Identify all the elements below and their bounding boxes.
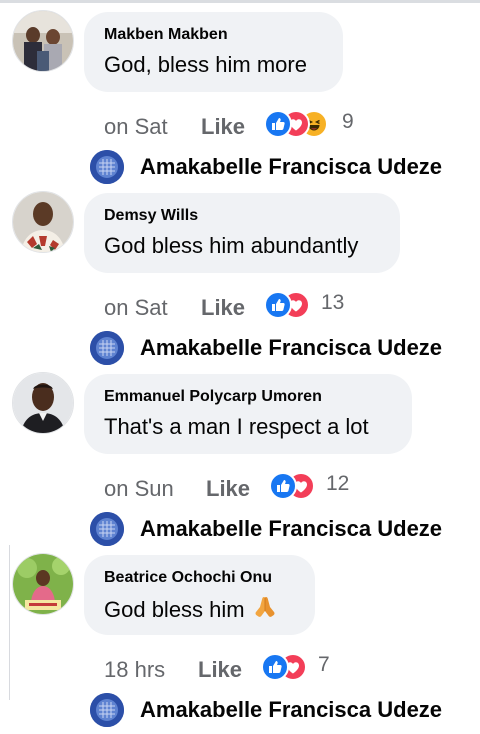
like-button[interactable]: Like [201,114,245,140]
reply-author[interactable]: Amakabelle Francisca Udeze [140,335,442,361]
comment-2: Demsy Wills God bless him abundantly on … [0,191,480,372]
comment-bubble: Demsy Wills God bless him abundantly [84,193,400,273]
reaction-count[interactable]: 7 [318,653,330,677]
like-reaction-icon [261,653,289,681]
comment-time[interactable]: on Sat [104,114,168,140]
comment-text: God bless him [104,595,279,625]
like-reaction-icon [264,110,292,138]
reply-preview[interactable]: Amakabelle Francisca Udeze [0,691,480,731]
avatar[interactable] [12,10,74,72]
reply-author[interactable]: Amakabelle Francisca Udeze [140,697,442,723]
avatar[interactable] [12,553,74,615]
comment-actions: on Sat Like 13 [0,291,480,331]
comment-bubble: Makben Makben God, bless him more [84,12,343,92]
like-button[interactable]: Like [206,476,250,502]
reply-avatar[interactable] [90,693,124,727]
reaction-count[interactable]: 12 [326,472,349,496]
comment-bubble: Emmanuel Polycarp Umoren That's a man I … [84,374,412,454]
comment-text-content: God bless him [104,597,245,622]
comment-bubble: Beatrice Ochochi Onu God bless him [84,555,315,635]
comment-actions: 18 hrs Like 7 [0,653,480,693]
top-divider [0,0,480,3]
reply-avatar[interactable] [90,331,124,365]
folded-hands-emoji [251,595,279,625]
comment-4: Beatrice Ochochi Onu God bless him 18 hr… [0,553,480,734]
comment-actions: on Sun Like 12 [0,472,480,512]
comment-author[interactable]: Makben Makben [104,26,228,44]
reply-author[interactable]: Amakabelle Francisca Udeze [140,154,442,180]
like-button[interactable]: Like [198,657,242,683]
reaction-count[interactable]: 13 [321,291,344,315]
comment-1: Makben Makben God, bless him more on Sat… [0,10,480,191]
reply-avatar[interactable] [90,150,124,184]
like-reaction-icon [264,291,292,319]
reply-avatar[interactable] [90,512,124,546]
like-reaction-icon [269,472,297,500]
comment-author[interactable]: Demsy Wills [104,207,198,225]
avatar[interactable] [12,191,74,253]
like-button[interactable]: Like [201,295,245,321]
reaction-count[interactable]: 9 [342,110,354,134]
comment-time[interactable]: on Sat [104,295,168,321]
comment-time[interactable]: 18 hrs [104,657,165,683]
comment-author[interactable]: Beatrice Ochochi Onu [104,569,272,587]
comment-text: God, bless him more [104,52,307,77]
reply-preview[interactable]: Amakabelle Francisca Udeze [0,148,480,188]
reply-preview[interactable]: Amakabelle Francisca Udeze [0,329,480,369]
comment-actions: on Sat Like 9 [0,110,480,150]
comment-time[interactable]: on Sun [104,476,174,502]
comment-text: God bless him abundantly [104,233,359,258]
reply-preview[interactable]: Amakabelle Francisca Udeze [0,510,480,550]
avatar[interactable] [12,372,74,434]
reply-author[interactable]: Amakabelle Francisca Udeze [140,516,442,542]
comment-3: Emmanuel Polycarp Umoren That's a man I … [0,372,480,553]
comment-author[interactable]: Emmanuel Polycarp Umoren [104,388,322,406]
comment-text: That's a man I respect a lot [104,414,369,439]
